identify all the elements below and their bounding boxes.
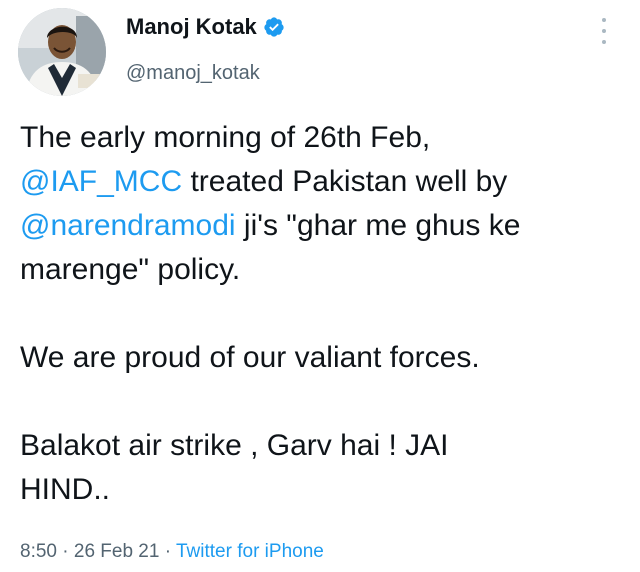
- tweet-source-link[interactable]: Twitter for iPhone: [176, 541, 324, 562]
- more-dot: [602, 29, 606, 33]
- meta-separator: ·: [56, 541, 74, 562]
- tweet-date[interactable]: 26 Feb 21: [74, 541, 160, 562]
- user-handle[interactable]: @manoj_kotak: [126, 62, 260, 85]
- tweet-line: We are proud of our valiant forces.: [20, 341, 480, 374]
- avatar-photo-icon: [18, 8, 106, 96]
- tweet-line: @narendramodi ji's "ghar me ghus ke: [20, 204, 625, 248]
- tweet-line: HIND..: [20, 473, 110, 506]
- more-dot: [602, 40, 606, 44]
- mention-link[interactable]: @narendramodi: [20, 209, 236, 242]
- verified-badge-icon: [264, 17, 284, 37]
- tweet-meta: 8:50 · 26 Feb 21 · Twitter for iPhone: [20, 541, 324, 563]
- tweet-line: marenge" policy.: [20, 253, 241, 286]
- tweet-line: The early morning of 26th Feb,: [20, 121, 431, 154]
- tweet-text-fragment: treated Pakistan well by: [182, 165, 508, 198]
- tweet-text-fragment: ji's "ghar me ghus ke: [235, 209, 521, 242]
- meta-separator: ·: [159, 541, 176, 562]
- display-name[interactable]: Manoj Kotak: [126, 16, 257, 38]
- mention-link[interactable]: @IAF_MCC: [20, 165, 182, 198]
- tweet-card: Manoj Kotak @manoj_kotak The early morni…: [0, 0, 640, 572]
- tweet-line: Balakot air strike , Garv hai ! JAI: [20, 429, 449, 462]
- more-dot: [602, 18, 606, 22]
- author-name-row[interactable]: Manoj Kotak: [126, 16, 285, 38]
- tweet-text: The early morning of 26th Feb, @IAF_MCC …: [20, 116, 625, 512]
- tweet-line: @IAF_MCC treated Pakistan well by: [20, 160, 625, 204]
- tweet-time[interactable]: 8:50: [20, 541, 57, 562]
- more-options-icon[interactable]: [596, 18, 612, 44]
- avatar[interactable]: [18, 8, 106, 96]
